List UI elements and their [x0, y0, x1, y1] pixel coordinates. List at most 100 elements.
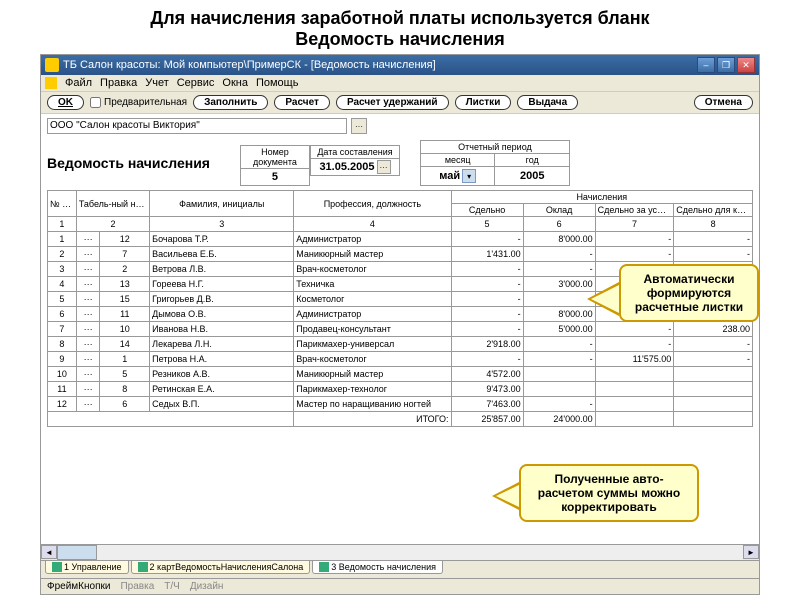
cell-profession[interactable]: Врач-косметолог	[294, 352, 451, 367]
cell-profession[interactable]: Администратор	[294, 307, 451, 322]
cell-services[interactable]	[595, 382, 674, 397]
cancel-button[interactable]: Отмена	[694, 95, 753, 110]
cell-tabnum[interactable]: 7	[100, 247, 150, 262]
cell-seq[interactable]: 11	[48, 382, 77, 397]
cell-services[interactable]: -	[595, 232, 674, 247]
cell-salary[interactable]: 3'000.00	[523, 277, 595, 292]
preliminary-checkbox-input[interactable]	[90, 97, 101, 108]
table-row[interactable]: 11···8Ретинская Е.А.Парикмахер-технолог9…	[48, 382, 753, 397]
cell-seq[interactable]: 12	[48, 397, 77, 412]
cell-seq[interactable]: 9	[48, 352, 77, 367]
cell-piece[interactable]: 4'572.00	[451, 367, 523, 382]
close-button[interactable]: ✕	[737, 57, 755, 73]
row-lookup-button[interactable]: ···	[76, 232, 100, 247]
preliminary-checkbox[interactable]: Предварительная	[90, 97, 187, 108]
cell-name[interactable]: Резников А.В.	[150, 367, 294, 382]
row-lookup-button[interactable]: ···	[76, 397, 100, 412]
year-value[interactable]: 2005	[520, 170, 544, 182]
cell-salary[interactable]: -	[523, 352, 595, 367]
menu-edit[interactable]: Правка	[100, 77, 137, 89]
cell-salary[interactable]: 8'000.00	[523, 232, 595, 247]
table-row[interactable]: 7···10Иванова Н.В.Продавец-консультант-5…	[48, 322, 753, 337]
menu-help[interactable]: Помощь	[256, 77, 299, 89]
cell-profession[interactable]: Техничка	[294, 277, 451, 292]
scroll-left-icon[interactable]: ◄	[41, 545, 57, 559]
table-row[interactable]: 12···6Седых В.П.Мастер по наращиванию но…	[48, 397, 753, 412]
row-lookup-button[interactable]: ···	[76, 367, 100, 382]
table-row[interactable]: 1···12Бочарова Т.Р.Администратор-8'000.0…	[48, 232, 753, 247]
cell-salary[interactable]: -	[523, 247, 595, 262]
table-row[interactable]: 9···1Петрова Н.А.Врач-косметолог--11'575…	[48, 352, 753, 367]
table-row[interactable]: 10···5Резников А.В.Маникюрный мастер4'57…	[48, 367, 753, 382]
calc-button[interactable]: Расчет	[274, 95, 330, 110]
scroll-thumb[interactable]	[57, 545, 97, 560]
tab-management[interactable]: 1 Управление	[45, 561, 129, 574]
month-value[interactable]: май	[439, 170, 460, 182]
cell-services[interactable]: 11'575.00	[595, 352, 674, 367]
cell-tabnum[interactable]: 10	[100, 322, 150, 337]
cell-name[interactable]: Гореева Н.Г.	[150, 277, 294, 292]
cell-name[interactable]: Григорьев Д.В.	[150, 292, 294, 307]
cell-piece[interactable]: -	[451, 277, 523, 292]
scroll-right-icon[interactable]: ►	[743, 545, 759, 559]
menu-file[interactable]: Файл	[65, 77, 92, 89]
month-dropdown-icon[interactable]: ▾	[462, 169, 476, 183]
cell-piece[interactable]: 1'431.00	[451, 247, 523, 262]
cell-services[interactable]	[595, 367, 674, 382]
cell-salary[interactable]: -	[523, 292, 595, 307]
cell-seq[interactable]: 1	[48, 232, 77, 247]
cell-profession[interactable]: Косметолог	[294, 292, 451, 307]
cell-piece[interactable]: 9'473.00	[451, 382, 523, 397]
cell-salary[interactable]	[523, 382, 595, 397]
row-lookup-button[interactable]: ···	[76, 262, 100, 277]
cell-profession[interactable]: Продавец-консультант	[294, 322, 451, 337]
doc-number-value[interactable]: 5	[272, 171, 278, 183]
cell-piece[interactable]: -	[451, 232, 523, 247]
cell-seq[interactable]: 7	[48, 322, 77, 337]
cell-seq[interactable]: 3	[48, 262, 77, 277]
cell-name[interactable]: Седых В.П.	[150, 397, 294, 412]
row-lookup-button[interactable]: ···	[76, 352, 100, 367]
cell-profession[interactable]: Маникюрный мастер	[294, 247, 451, 262]
maximize-button[interactable]: ❐	[717, 57, 735, 73]
org-lookup-button[interactable]: ···	[351, 118, 367, 134]
cell-name[interactable]: Васильева Е.Б.	[150, 247, 294, 262]
slips-button[interactable]: Листки	[455, 95, 512, 110]
horizontal-scrollbar[interactable]: ◄ ►	[41, 544, 759, 560]
cell-piece[interactable]: 2'918.00	[451, 337, 523, 352]
cell-seq[interactable]: 4	[48, 277, 77, 292]
cell-seq[interactable]: 6	[48, 307, 77, 322]
cell-seq[interactable]: 2	[48, 247, 77, 262]
row-lookup-button[interactable]: ···	[76, 337, 100, 352]
row-lookup-button[interactable]: ···	[76, 292, 100, 307]
cell-name[interactable]: Иванова Н.В.	[150, 322, 294, 337]
cell-salary[interactable]: -	[523, 397, 595, 412]
cell-salary[interactable]: 8'000.00	[523, 307, 595, 322]
organization-field[interactable]: ООО "Салон красоты Виктория"	[47, 118, 347, 134]
minimize-button[interactable]: –	[697, 57, 715, 73]
cell-cosmetic[interactable]	[674, 382, 753, 397]
menu-accounting[interactable]: Учет	[145, 77, 169, 89]
status-design[interactable]: Дизайн	[190, 581, 224, 592]
cell-cosmetic[interactable]: -	[674, 232, 753, 247]
cell-profession[interactable]: Маникюрный мастер	[294, 367, 451, 382]
cell-cosmetic[interactable]: 238.00	[674, 322, 753, 337]
tab-sheet[interactable]: 3 Ведомость начисления	[312, 561, 443, 574]
cell-tabnum[interactable]: 8	[100, 382, 150, 397]
doc-date-value[interactable]: 31.05.2005	[319, 161, 374, 173]
cell-name[interactable]: Ретинская Е.А.	[150, 382, 294, 397]
cell-piece[interactable]: -	[451, 307, 523, 322]
cell-profession[interactable]: Парикмахер-универсал	[294, 337, 451, 352]
cell-tabnum[interactable]: 11	[100, 307, 150, 322]
status-tch[interactable]: Т/Ч	[164, 581, 180, 592]
cell-services[interactable]: -	[595, 322, 674, 337]
row-lookup-button[interactable]: ···	[76, 382, 100, 397]
table-row[interactable]: 2···7Васильева Е.Б.Маникюрный мастер1'43…	[48, 247, 753, 262]
cell-cosmetic[interactable]	[674, 397, 753, 412]
status-edit[interactable]: Правка	[120, 581, 154, 592]
cell-seq[interactable]: 10	[48, 367, 77, 382]
cell-services[interactable]	[595, 397, 674, 412]
cell-tabnum[interactable]: 13	[100, 277, 150, 292]
cell-tabnum[interactable]: 5	[100, 367, 150, 382]
cell-salary[interactable]: -	[523, 262, 595, 277]
